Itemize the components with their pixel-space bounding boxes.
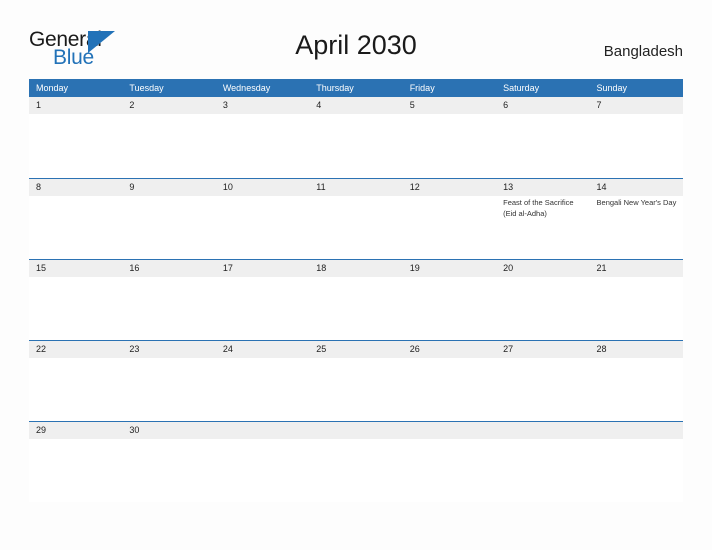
holiday-label: Bengali New Year's Day xyxy=(596,198,677,207)
calendar-day-cell-empty xyxy=(309,422,402,502)
calendar-day-cell[interactable]: 3 xyxy=(216,97,309,177)
day-number: 28 xyxy=(596,344,607,354)
day-number: 3 xyxy=(222,100,228,110)
calendar-day-cell[interactable]: 5 xyxy=(403,97,496,177)
calendar-day-cell[interactable]: 25 xyxy=(309,341,402,421)
holiday-label: Feast of the Sacrifice (Eid al-Adha) xyxy=(503,198,574,218)
day-number: 17 xyxy=(222,263,233,273)
country-label: Bangladesh xyxy=(603,43,683,60)
weekday-header-thursday: Thursday xyxy=(316,83,354,93)
weekday-header-wednesday: Wednesday xyxy=(222,83,271,93)
calendar-day-cell[interactable]: 7 xyxy=(590,97,683,177)
calendar-day-cell[interactable]: 29 xyxy=(29,422,122,502)
calendar-day-cell[interactable]: 16 xyxy=(122,260,215,340)
calendar-grid: Monday Tuesday Wednesday Thursday Friday… xyxy=(29,79,683,502)
weekday-header-row: Monday Tuesday Wednesday Thursday Friday… xyxy=(29,79,683,97)
calendar-day-cell[interactable]: 19 xyxy=(403,260,496,340)
calendar-day-cell-empty xyxy=(216,422,309,502)
calendar-day-cell[interactable]: 24 xyxy=(216,341,309,421)
week-cells: 1 2 3 4 5 6 7 xyxy=(29,97,683,177)
calendar-day-cell[interactable]: 9 xyxy=(122,179,215,259)
calendar-day-cell[interactable]: 2 xyxy=(122,97,215,177)
day-number: 23 xyxy=(129,344,140,354)
day-number: 18 xyxy=(316,263,327,273)
week-cells: 15 16 17 18 19 20 21 xyxy=(29,260,683,340)
calendar-day-cell[interactable]: 30 xyxy=(122,422,215,502)
calendar-day-cell[interactable]: 11 xyxy=(309,179,402,259)
calendar-day-cell[interactable]: 17 xyxy=(216,260,309,340)
day-number: 29 xyxy=(36,425,47,435)
calendar-day-cell[interactable]: 1 xyxy=(29,97,122,177)
calendar-day-cell-empty xyxy=(590,422,683,502)
calendar-week-row: 15 16 17 18 19 20 21 xyxy=(29,259,683,340)
day-number: 15 xyxy=(36,263,47,273)
calendar-day-cell[interactable]: 26 xyxy=(403,341,496,421)
day-number: 9 xyxy=(129,182,135,192)
calendar-day-cell[interactable]: 27 xyxy=(496,341,589,421)
week-cells: 29 30 xyxy=(29,422,683,502)
calendar-day-cell[interactable]: 28 xyxy=(590,341,683,421)
calendar-week-row: 1 2 3 4 5 6 7 xyxy=(29,97,683,178)
day-number: 10 xyxy=(222,182,233,192)
calendar-day-cell[interactable]: 22 xyxy=(29,341,122,421)
day-number: 11 xyxy=(316,182,326,192)
calendar-week-row: 29 30 xyxy=(29,421,683,502)
day-number: 4 xyxy=(316,100,322,110)
calendar-day-cell[interactable]: 21 xyxy=(590,260,683,340)
weekday-header-saturday: Saturday xyxy=(503,83,540,93)
calendar-page: General Blue April 2030 Bangladesh Monda… xyxy=(0,0,712,550)
day-number: 6 xyxy=(503,100,509,110)
day-number: 22 xyxy=(36,344,47,354)
day-number: 27 xyxy=(503,344,514,354)
calendar-day-cell[interactable]: 4 xyxy=(309,97,402,177)
week-cells: 22 23 24 25 26 27 28 xyxy=(29,341,683,421)
day-number: 7 xyxy=(596,100,602,110)
weekday-header-friday: Friday xyxy=(409,83,435,93)
calendar-day-cell[interactable]: 23 xyxy=(122,341,215,421)
day-number: 19 xyxy=(409,263,420,273)
day-number: 30 xyxy=(129,425,140,435)
day-number: 20 xyxy=(503,263,514,273)
page-header: General Blue April 2030 Bangladesh xyxy=(0,0,712,79)
day-number: 24 xyxy=(222,344,233,354)
weekday-header-sunday: Sunday xyxy=(596,83,628,93)
calendar-week-row: 22 23 24 25 26 27 28 xyxy=(29,340,683,421)
calendar-day-cell[interactable]: 20 xyxy=(496,260,589,340)
week-cells: 8 9 10 11 12 13 Feast of the Sacrifice (Eid al… xyxy=(29,179,683,259)
day-number: 14 xyxy=(596,182,607,192)
calendar-week-row: 8 9 10 11 12 13 Feast of the Sacrifice (Eid al… xyxy=(29,178,683,259)
day-number: 5 xyxy=(409,100,415,110)
calendar-day-cell[interactable]: 13 Feast of the Sacrifice (Eid al-Adha) xyxy=(496,179,589,259)
day-number: 21 xyxy=(596,263,607,273)
calendar-day-cell[interactable]: 8 xyxy=(29,179,122,259)
calendar-day-cell-empty xyxy=(403,422,496,502)
calendar-day-cell[interactable]: 15 xyxy=(29,260,122,340)
calendar-day-cell[interactable]: 18 xyxy=(309,260,402,340)
day-number: 25 xyxy=(316,344,327,354)
day-number: 12 xyxy=(409,182,420,192)
calendar-day-cell[interactable]: 6 xyxy=(496,97,589,177)
calendar-day-cell[interactable]: 14 Bengali New Year's Day xyxy=(590,179,683,259)
calendar-weeks: 1 2 3 4 5 6 7 8 9 10 11 12 13 Feast of the Sacrifice … xyxy=(29,97,683,502)
calendar-day-cell[interactable]: 10 xyxy=(216,179,309,259)
day-number: 8 xyxy=(36,182,42,192)
calendar-day-cell[interactable]: 12 xyxy=(403,179,496,259)
weekday-header-monday: Monday xyxy=(36,83,69,93)
weekday-header-tuesday: Tuesday xyxy=(129,83,164,93)
day-number: 16 xyxy=(129,263,140,273)
day-number: 26 xyxy=(409,344,420,354)
day-number: 13 xyxy=(503,182,514,192)
calendar-day-cell-empty xyxy=(496,422,589,502)
day-number: 1 xyxy=(36,100,42,110)
day-number: 2 xyxy=(129,100,135,110)
